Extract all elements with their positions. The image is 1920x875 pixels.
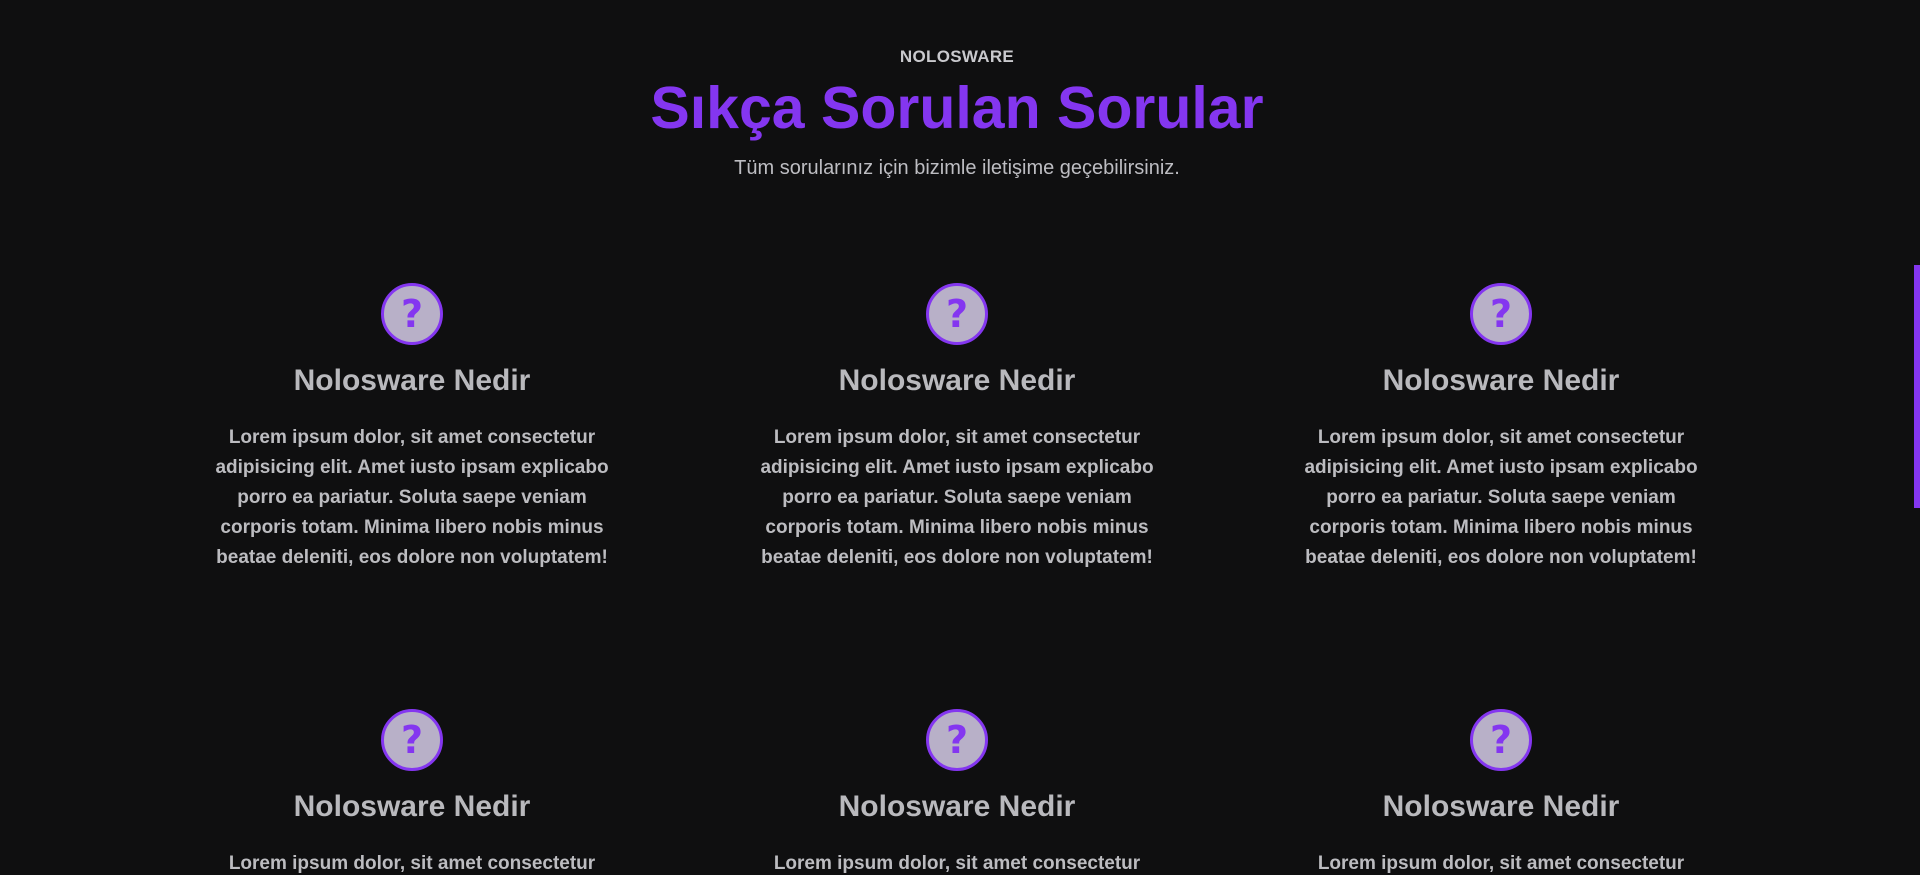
question-circle-icon: ?	[381, 283, 443, 345]
faq-card-text: Lorem ipsum dolor, sit amet consectetur …	[760, 427, 1154, 568]
faq-card: ? Nolosware Nedir Lorem ipsum dolor, sit…	[742, 283, 1172, 573]
faq-card-text: Lorem ipsum dolor, sit amet consectetur	[228, 853, 596, 874]
question-circle-icon: ?	[926, 283, 988, 345]
faq-card: ? Nolosware Nedir Lorem ipsum dolor, sit…	[1286, 709, 1716, 875]
faq-grid: ? Nolosware Nedir Lorem ipsum dolor, sit…	[0, 283, 1914, 875]
scrollbar-thumb[interactable]	[1914, 265, 1920, 508]
question-circle-icon: ?	[1470, 709, 1532, 771]
section-subtitle: Tüm sorularınız için bizimle iletişime g…	[734, 157, 1180, 179]
question-circle-icon: ?	[926, 709, 988, 771]
faq-card: ? Nolosware Nedir Lorem ipsum dolor, sit…	[197, 283, 627, 573]
faq-card-title: Nolosware Nedir	[1382, 790, 1620, 823]
faq-card-title: Nolosware Nedir	[838, 790, 1076, 823]
section-eyebrow: NOLOSWARE	[899, 47, 1015, 66]
page-title: Sıkça Sorulan Sorular	[650, 75, 1264, 141]
faq-page: NOLOSWARE Sıkça Sorulan Sorular Tüm soru…	[0, 0, 1920, 875]
faq-card-title: Nolosware Nedir	[293, 790, 531, 823]
question-circle-icon: ?	[381, 709, 443, 771]
faq-card: ? Nolosware Nedir Lorem ipsum dolor, sit…	[1286, 283, 1716, 573]
faq-card: ? Nolosware Nedir Lorem ipsum dolor, sit…	[197, 709, 627, 875]
faq-card-text: Lorem ipsum dolor, sit amet consectetur	[1317, 853, 1685, 874]
faq-card-title: Nolosware Nedir	[1382, 364, 1620, 397]
faq-card-title: Nolosware Nedir	[838, 364, 1076, 397]
faq-card-text: Lorem ipsum dolor, sit amet consectetur …	[215, 427, 609, 568]
faq-card: ? Nolosware Nedir Lorem ipsum dolor, sit…	[742, 709, 1172, 875]
faq-card-title: Nolosware Nedir	[293, 364, 531, 397]
question-circle-icon: ?	[1470, 283, 1532, 345]
faq-card-text: Lorem ipsum dolor, sit amet consectetur	[773, 853, 1141, 874]
faq-card-text: Lorem ipsum dolor, sit amet consectetur …	[1304, 427, 1698, 568]
